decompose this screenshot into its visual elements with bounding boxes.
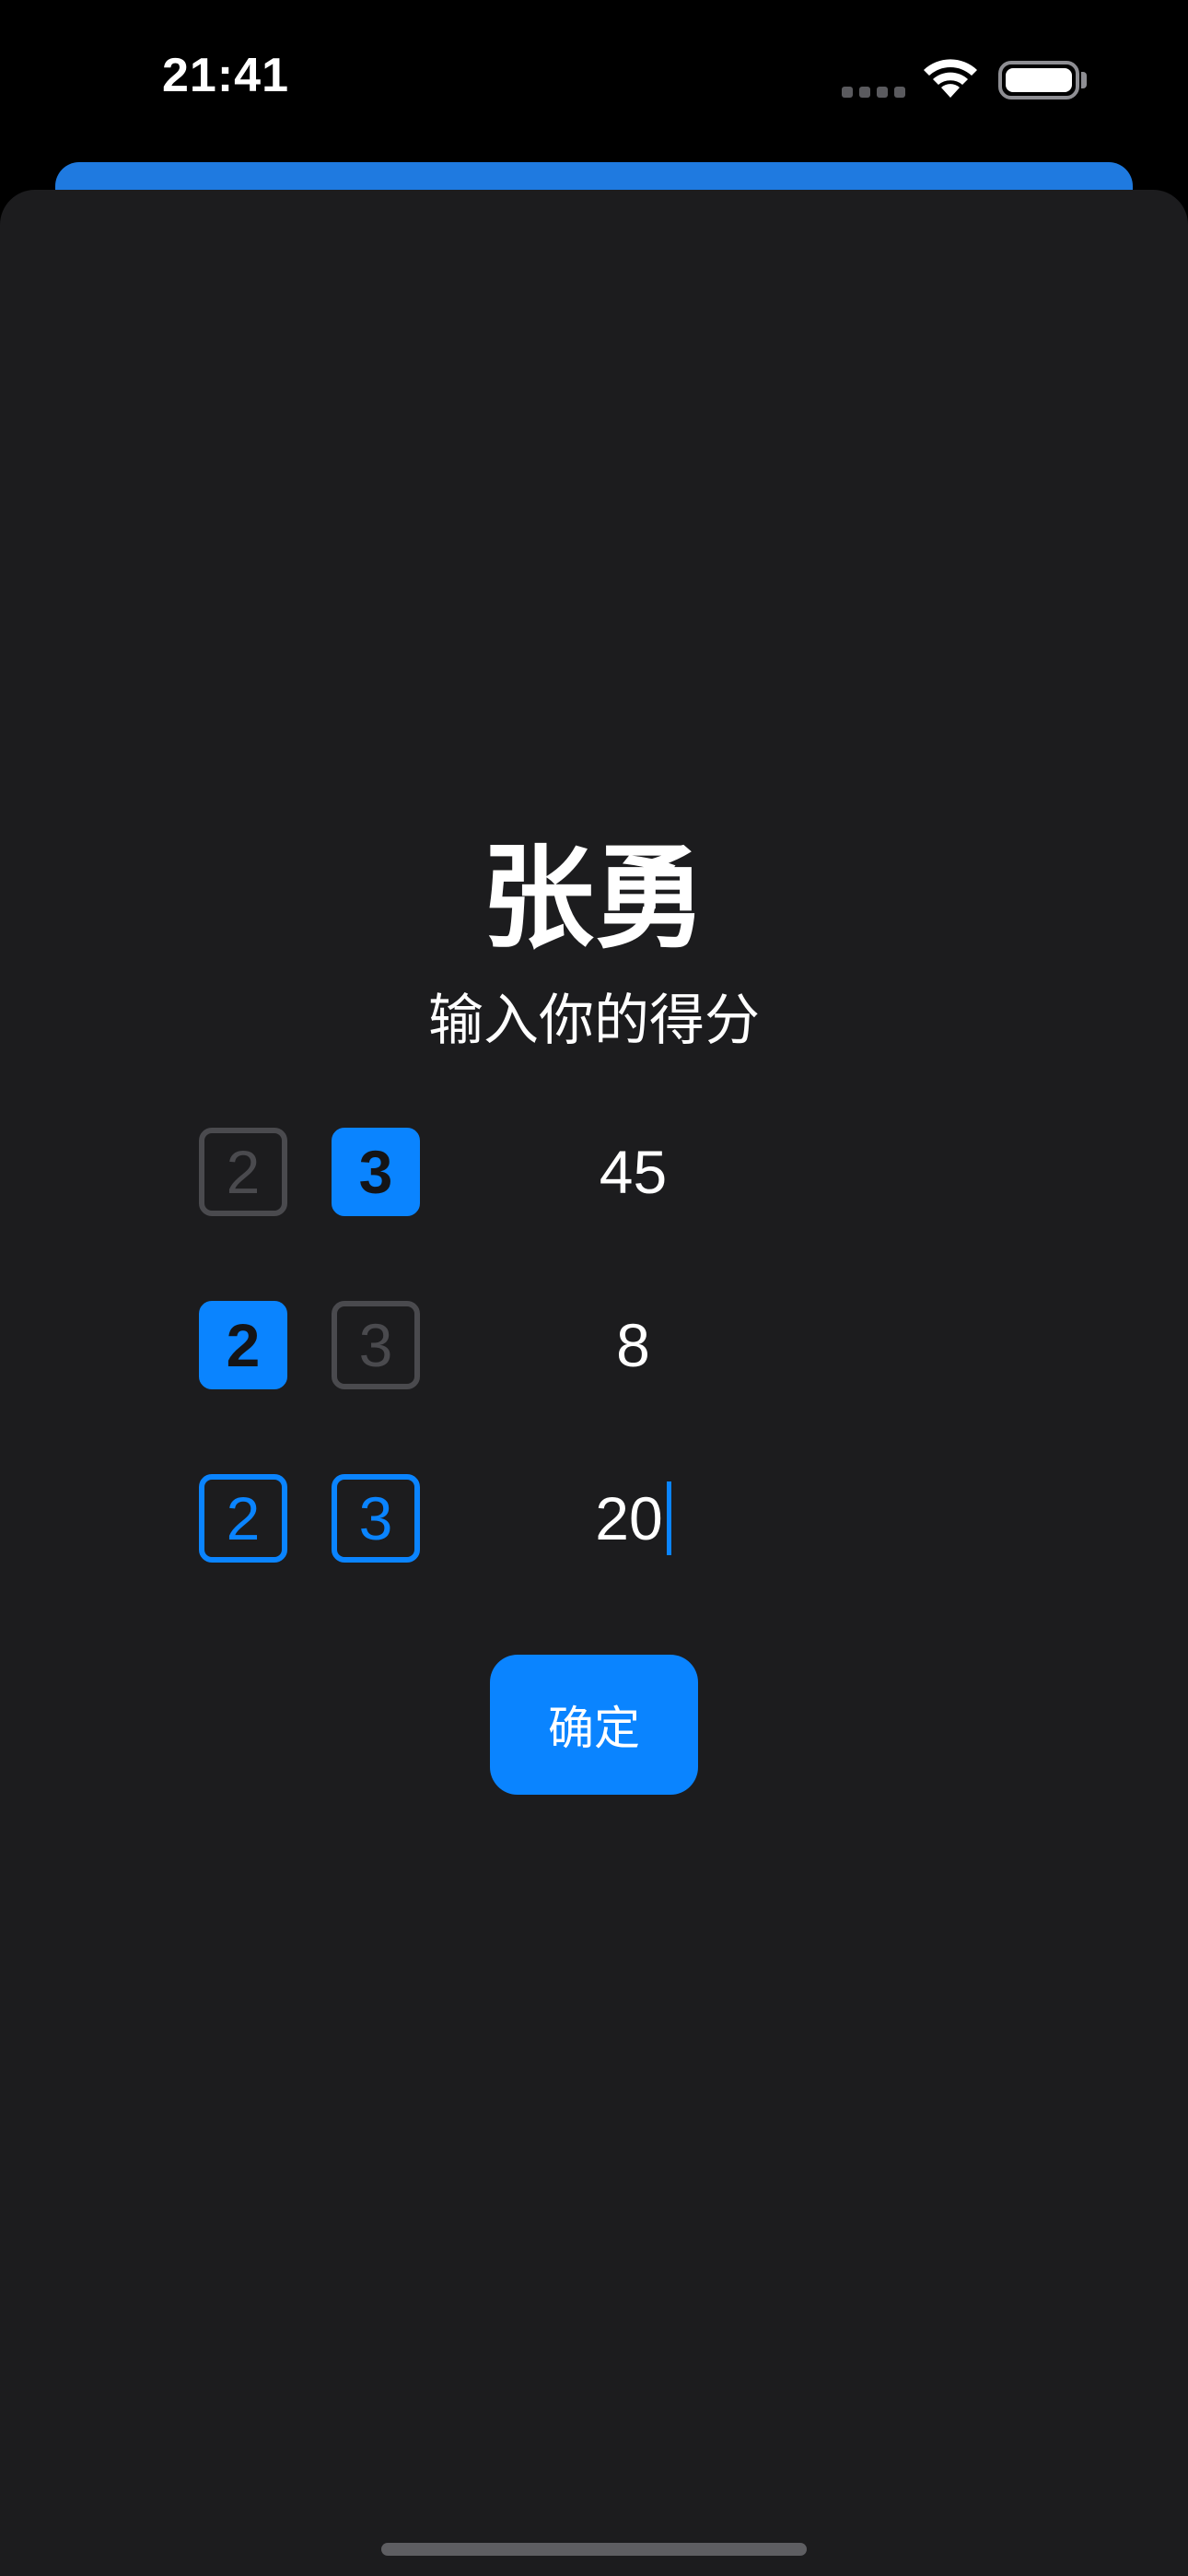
status-time: 21:41 <box>162 49 289 102</box>
player-name-title: 张勇 <box>482 833 706 964</box>
option-3-button[interactable]: 3 <box>332 1301 420 1389</box>
option-3-button[interactable]: 3 <box>332 1128 420 1216</box>
confirm-button[interactable]: 确定 <box>490 1655 698 1795</box>
score-row: 2 3 8 <box>0 1301 1188 1389</box>
score-value: 8 <box>616 1311 650 1379</box>
score-input[interactable]: 45 <box>525 1128 741 1216</box>
home-indicator[interactable] <box>381 2543 807 2556</box>
score-value: 45 <box>599 1138 668 1206</box>
signal-dots-icon <box>842 87 906 98</box>
option-3-button[interactable]: 3 <box>332 1474 420 1563</box>
screen: 21:41 张勇 输入你的得分 2 3 45 2 3 8 2 3 20 确定 <box>0 0 1188 2576</box>
battery-icon <box>998 61 1079 100</box>
score-input-focused[interactable]: 20 <box>525 1474 741 1563</box>
score-row: 2 3 20 <box>0 1474 1188 1563</box>
option-2-button[interactable]: 2 <box>199 1128 287 1216</box>
score-row: 2 3 45 <box>0 1128 1188 1216</box>
score-value: 20 <box>595 1484 663 1552</box>
text-caret <box>666 1481 671 1555</box>
wifi-icon <box>924 59 977 98</box>
score-input[interactable]: 8 <box>525 1301 741 1389</box>
battery-tip <box>1081 72 1087 88</box>
option-2-button[interactable]: 2 <box>199 1301 287 1389</box>
score-prompt: 输入你的得分 <box>428 989 760 1053</box>
option-2-button[interactable]: 2 <box>199 1474 287 1563</box>
